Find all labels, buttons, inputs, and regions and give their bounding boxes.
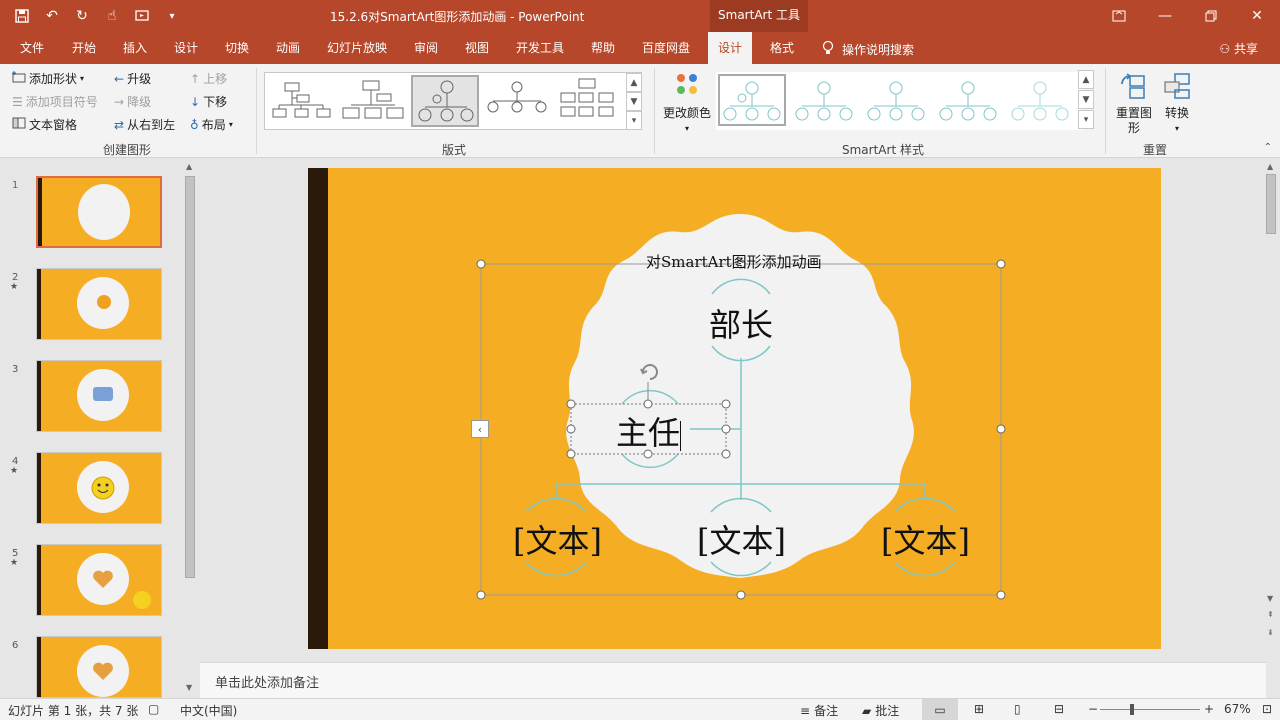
rotate-handle-icon[interactable] <box>638 360 662 387</box>
reading-view-icon[interactable]: ▯ <box>1014 702 1021 716</box>
status-bar: 幻灯片 第 1 张，共 7 张 ▢ 中文(中国) ≡ 备注 ▰ 批注 ▭ ⊞ ▯… <box>0 698 1280 720</box>
slide-counter: 幻灯片 第 1 张，共 7 张 <box>8 704 139 718</box>
scroll-down-icon[interactable]: ▼ <box>1267 594 1273 603</box>
notes-icon: ≡ <box>800 703 811 718</box>
notes-pane[interactable]: 单击此处添加备注 <box>200 662 1266 698</box>
slide-scrollbar[interactable]: ▲ ▼ ⇞ ⇟ <box>1264 158 1278 662</box>
node-child-2-text[interactable]: [文本] <box>697 516 786 562</box>
notes-toggle-button[interactable]: ≡ 备注 <box>800 702 838 719</box>
node-child-3-text[interactable]: [文本] <box>881 516 970 562</box>
text-cursor <box>680 420 682 451</box>
scrollbar-thumb[interactable] <box>1266 174 1276 234</box>
node-assistant-label: 主任 <box>616 414 681 452</box>
zoom-slider-thumb[interactable] <box>1130 704 1134 715</box>
zoom-level[interactable]: 67% <box>1224 702 1251 716</box>
zoom-in-icon[interactable]: + <box>1204 702 1214 716</box>
comments-label: 批注 <box>875 704 900 718</box>
text-pane-toggle-icon[interactable]: ‹ <box>471 420 489 438</box>
slide-sorter-icon[interactable]: ⊞ <box>974 702 984 716</box>
zoom-slider-track[interactable] <box>1100 709 1200 710</box>
comments-toggle-button[interactable]: ▰ 批注 <box>862 702 899 719</box>
fit-to-window-icon[interactable]: ⊡ <box>1262 702 1272 716</box>
slideshow-view-icon[interactable]: ⊟ <box>1054 702 1064 716</box>
notes-placeholder: 单击此处添加备注 <box>215 676 320 691</box>
node-assistant-text[interactable]: 主任 <box>616 408 682 454</box>
node-child-1-text[interactable]: [文本] <box>513 516 602 562</box>
notes-label: 备注 <box>814 704 839 718</box>
comment-icon: ▰ <box>862 703 872 718</box>
language-indicator[interactable]: 中文(中国) <box>180 702 237 719</box>
node-top-text[interactable]: 部长 <box>709 300 773 346</box>
zoom-out-icon[interactable]: − <box>1088 702 1098 716</box>
spell-check-icon[interactable]: ▢ <box>148 702 159 716</box>
scroll-up-icon[interactable]: ▲ <box>1267 162 1273 171</box>
next-slide-icon[interactable]: ⇟ <box>1267 628 1274 637</box>
normal-view-icon[interactable]: ▭ <box>922 699 958 720</box>
previous-slide-icon[interactable]: ⇞ <box>1267 610 1274 619</box>
smartart-title-text[interactable]: 对SmartArt图形添加动画 <box>646 251 822 272</box>
